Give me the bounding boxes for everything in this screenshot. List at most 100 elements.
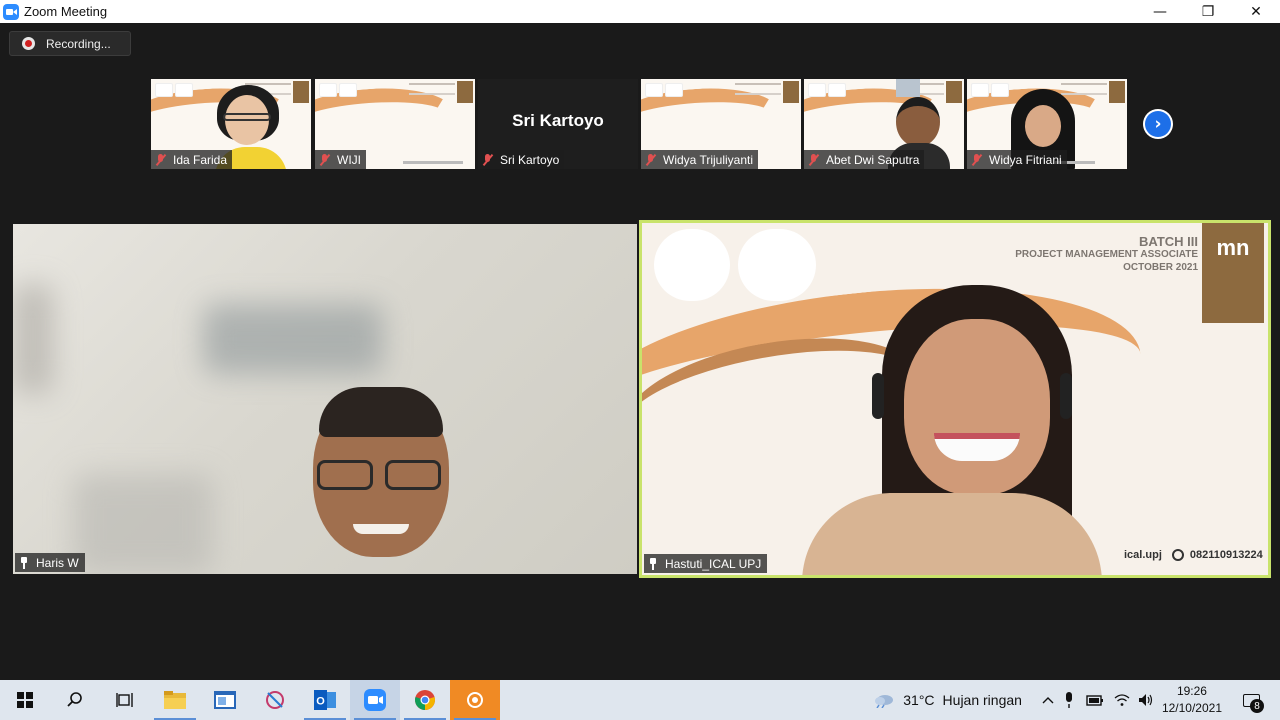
banner-contact: ical.upj 082110913224	[1124, 549, 1263, 561]
logo-icon	[319, 83, 337, 97]
participant-nameplate: Sri Kartoyo	[478, 150, 565, 169]
badge-icon	[946, 81, 962, 103]
participant-name: Haris W	[36, 555, 79, 570]
window-controls: — ❐ ✕	[1136, 0, 1280, 23]
participant-face	[1025, 105, 1061, 147]
participant-name: Widya Trijuliyanti	[663, 152, 754, 167]
taskbar-app-window[interactable]	[200, 680, 250, 720]
background-blur	[73, 474, 213, 574]
banner-program: PROJECT MANAGEMENT ASSOCIATE	[1015, 249, 1198, 260]
search-icon	[67, 692, 82, 707]
whatsapp-icon	[1171, 549, 1184, 561]
notification-center-button[interactable]: 8	[1236, 687, 1266, 713]
glasses-icon	[223, 113, 271, 121]
logo-icon	[665, 83, 683, 97]
participant-thumbnail[interactable]: WIJI	[315, 79, 475, 169]
participant-nameplate: Haris W	[15, 553, 85, 572]
banner-footer	[403, 161, 463, 164]
maximize-button[interactable]: ❐	[1184, 0, 1232, 23]
logo-icon	[991, 83, 1009, 97]
taskbar-snipping[interactable]	[250, 680, 300, 720]
snipping-icon	[266, 691, 284, 709]
outlook-icon: O	[314, 690, 336, 710]
start-button[interactable]	[0, 680, 50, 720]
participant-thumbnail[interactable]: Ida Farida	[151, 79, 311, 169]
participant-name: Sri Kartoyo	[500, 152, 560, 167]
taskbar-app-orange[interactable]	[450, 680, 500, 720]
mic-muted-icon	[808, 153, 820, 166]
headset-icon	[872, 373, 884, 419]
search-button[interactable]	[50, 680, 100, 720]
badge-icon	[293, 81, 309, 103]
chevron-right-icon: ›	[1145, 111, 1171, 137]
participant-thumbnail[interactable]: Widya Fitriani	[967, 79, 1127, 169]
mic-muted-icon	[155, 153, 167, 166]
next-page-button[interactable]: ›	[1143, 109, 1173, 139]
close-button[interactable]: ✕	[1232, 0, 1280, 23]
folder-icon	[164, 691, 186, 709]
taskbar-chrome[interactable]	[400, 680, 450, 720]
pin-icon	[648, 557, 658, 570]
active-speaker-tile[interactable]: BATCH III PROJECT MANAGEMENT ASSOCIATE O…	[639, 220, 1271, 578]
volume-icon[interactable]	[1138, 693, 1154, 707]
logo-icon	[339, 83, 357, 97]
background-blur	[203, 304, 383, 374]
participant-thumbnail[interactable]: Sri Kartoyo Sri Kartoyo	[478, 79, 638, 169]
wifi-icon[interactable]	[1114, 693, 1130, 707]
ical-logo-icon	[654, 229, 730, 301]
logo-icon	[808, 83, 826, 97]
participant-shirt	[802, 493, 1102, 575]
participant-thumbnail[interactable]: Widya Trijuliyanti	[641, 79, 801, 169]
headset-icon	[1060, 373, 1072, 419]
banner-date: OCTOBER 2021	[1123, 262, 1198, 273]
banner-text	[735, 83, 781, 95]
participant-hair	[319, 387, 443, 437]
participant-name: WIJI	[337, 152, 361, 167]
recording-indicator[interactable]: Recording...	[9, 31, 131, 56]
clock-time: 19:26	[1176, 684, 1207, 698]
participant-name: Ida Farida	[173, 152, 228, 167]
battery-icon[interactable]	[1086, 694, 1104, 706]
participant-thumbnail[interactable]: Abet Dwi Saputra	[804, 79, 964, 169]
background-window	[896, 79, 920, 97]
logo-icon	[175, 83, 193, 97]
weather-description[interactable]: Hujan ringan	[943, 692, 1022, 708]
zoom-app-icon	[3, 3, 19, 20]
title-bar: Zoom Meeting — ❐ ✕	[0, 0, 1280, 23]
microphone-icon[interactable]	[1064, 692, 1074, 708]
taskbar-clock[interactable]: 19:26 12/10/2021	[1162, 683, 1222, 717]
logo-icon	[155, 83, 173, 97]
pin-icon	[19, 556, 29, 569]
chrome-icon	[415, 690, 435, 710]
camera-icon	[467, 692, 483, 708]
recording-label: Recording...	[46, 36, 111, 51]
logo-icon	[828, 83, 846, 97]
window-title: Zoom Meeting	[24, 4, 108, 19]
notification-count: 8	[1250, 699, 1264, 713]
contact-handle: ical.upj	[1124, 549, 1162, 561]
partner-logo-icon	[738, 229, 816, 301]
mic-muted-icon	[319, 153, 331, 166]
participant-nameplate: Abet Dwi Saputra	[804, 150, 925, 169]
glasses-icon	[385, 460, 441, 490]
record-icon	[22, 37, 35, 50]
taskbar-file-explorer[interactable]	[150, 680, 200, 720]
minimize-button[interactable]: —	[1136, 0, 1184, 23]
participant-nameplate: WIJI	[315, 150, 366, 169]
participant-strip: Ida Farida WIJI Sri Kartoyo Sri Kartoyo	[151, 79, 1131, 169]
weather-icon	[875, 695, 894, 708]
svg-text:O: O	[316, 696, 325, 708]
logo-icon	[971, 83, 989, 97]
participant-smile	[353, 524, 409, 534]
banner-batch: BATCH III	[1139, 234, 1198, 249]
task-view-button[interactable]	[100, 680, 150, 720]
mic-muted-icon	[482, 153, 494, 166]
weather-temperature[interactable]: 31°C	[903, 692, 934, 708]
chevron-up-icon[interactable]	[1042, 695, 1054, 705]
taskbar-zoom[interactable]	[350, 680, 400, 720]
video-tile[interactable]: Haris W	[13, 224, 637, 574]
logo-icon	[645, 83, 663, 97]
banner-text	[409, 83, 455, 95]
participant-name: Abet Dwi Saputra	[826, 152, 920, 167]
taskbar-outlook[interactable]: O	[300, 680, 350, 720]
